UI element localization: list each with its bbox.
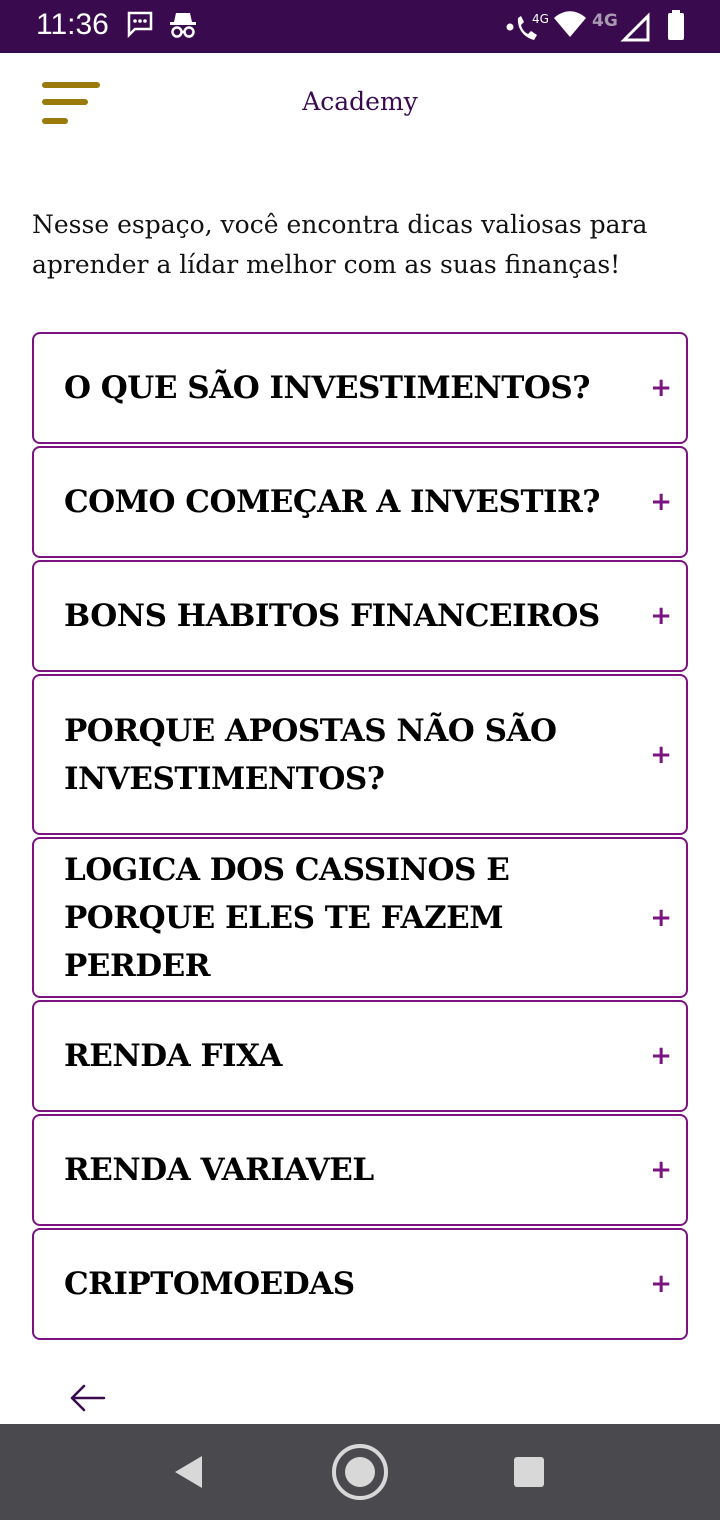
accordion-item-label: COMO COMEÇAR A INVESTIR? [64, 484, 600, 520]
wifi-icon [554, 11, 586, 37]
accordion-item-label: CRIPTOMOEDAS [64, 1266, 355, 1302]
accordion-item-label: RENDA FIXA [64, 1038, 282, 1074]
plus-icon: + [650, 1155, 672, 1185]
wifi-call-icon: 4G [506, 12, 549, 40]
accordion-item-label: O QUE SÃO INVESTIMENTOS? [64, 370, 590, 406]
accordion-item-renda-fixa[interactable]: RENDA FIXA + [32, 1000, 688, 1112]
plus-icon: + [650, 373, 672, 403]
circle-home-icon[interactable] [330, 1442, 390, 1502]
accordion-item-como-comecar-a-investir[interactable]: COMO COMEÇAR A INVESTIR? + [32, 446, 688, 558]
signal-icon: 4G [592, 11, 650, 42]
accordion-list: O QUE SÃO INVESTIMENTOS? + COMO COMEÇAR … [32, 332, 688, 1342]
plus-icon: + [650, 601, 672, 631]
arrow-left-icon [70, 1384, 106, 1412]
battery-icon [668, 10, 684, 40]
incognito-icon [170, 13, 196, 38]
accordion-item-renda-variavel[interactable]: RENDA VARIAVEL + [32, 1114, 688, 1226]
accordion-item-label: PORQUE APOSTAS NÃO SÃO INVESTIMENTOS? [64, 712, 557, 797]
status-bar: 11:36 4G 4G [0, 0, 720, 53]
plus-icon: + [650, 739, 672, 770]
plus-icon: + [650, 1269, 672, 1299]
accordion-item-label: BONS HABITOS FINANCEIROS [64, 598, 600, 634]
system-nav-bar [0, 1424, 720, 1520]
svg-text:4G: 4G [592, 11, 618, 31]
plus-icon: + [650, 487, 672, 517]
accordion-item-label: LOGICA DOS CASSINOS E PORQUE ELES TE FAZ… [64, 851, 510, 984]
accordion-item-o-que-sao-investimentos[interactable]: O QUE SÃO INVESTIMENTOS? + [32, 332, 688, 444]
intro-text: Nesse espaço, você encontra dicas valios… [32, 210, 648, 279]
accordion-item-bons-habitos-financeiros[interactable]: BONS HABITOS FINANCEIROS + [32, 560, 688, 672]
triangle-back-icon[interactable] [172, 1454, 204, 1490]
app-header: Academy [0, 53, 720, 163]
message-icon [127, 11, 153, 38]
square-recents-icon[interactable] [513, 1456, 545, 1488]
status-time: 11:36 [36, 8, 109, 41]
svg-text:4G: 4G [532, 12, 549, 26]
plus-icon: + [650, 1041, 672, 1071]
accordion-item-logica-dos-cassinos[interactable]: LOGICA DOS CASSINOS E PORQUE ELES TE FAZ… [32, 837, 688, 998]
accordion-item-label: RENDA VARIAVEL [64, 1152, 374, 1188]
back-button[interactable] [66, 1380, 110, 1416]
page-title: Academy [302, 87, 418, 116]
accordion-item-porque-apostas[interactable]: PORQUE APOSTAS NÃO SÃO INVESTIMENTOS? + [32, 674, 688, 835]
accordion-item-criptomoedas[interactable]: CRIPTOMOEDAS + [32, 1228, 688, 1340]
plus-icon: + [650, 902, 672, 933]
